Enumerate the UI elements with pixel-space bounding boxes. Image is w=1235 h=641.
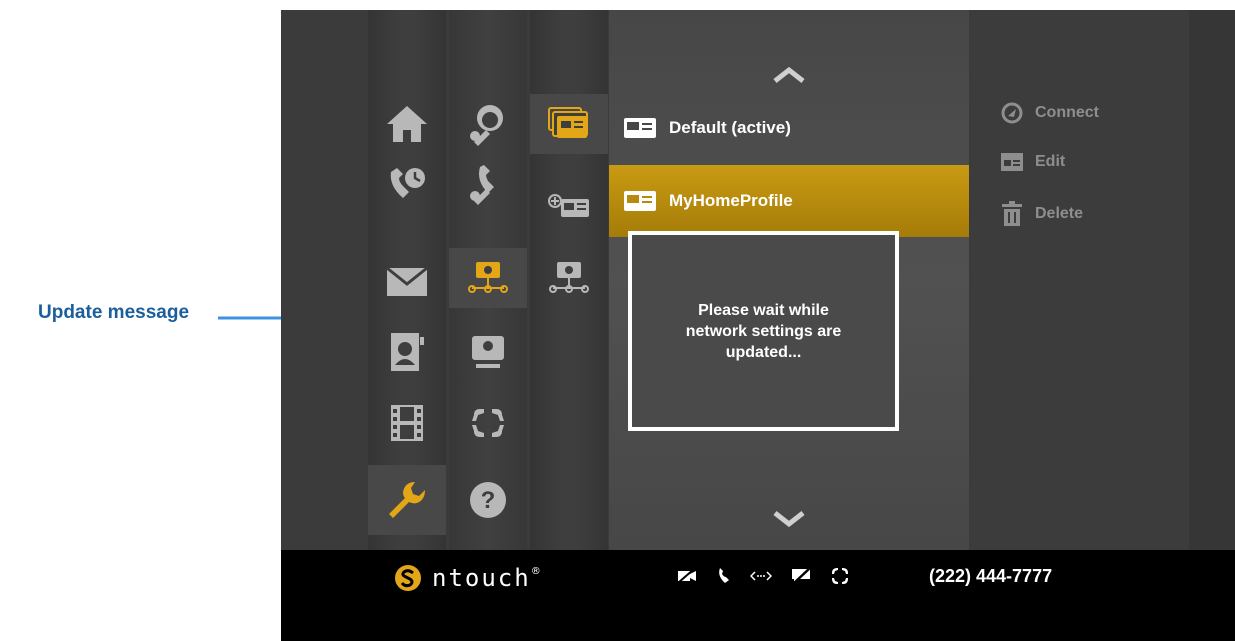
network-icon <box>468 262 508 293</box>
status-bar: ntouch ® (222) 444-7777 <box>281 550 1235 641</box>
video-icon <box>391 405 423 441</box>
menu-phone-settings[interactable] <box>449 154 527 214</box>
svg-text:?: ? <box>481 487 496 514</box>
status-icons <box>676 566 868 586</box>
brand: ntouch ® <box>394 564 541 592</box>
menu-network-config[interactable] <box>530 248 608 308</box>
menu-call-history[interactable] <box>368 154 446 214</box>
connect-label: Connect <box>1035 104 1099 121</box>
message-off-icon <box>792 567 811 585</box>
brand-name: ntouch <box>432 564 531 592</box>
edit-icon <box>1001 153 1023 171</box>
menu-network-profiles[interactable] <box>530 94 608 154</box>
menu-video-center[interactable] <box>368 393 446 453</box>
menu-contacts[interactable] <box>368 322 446 382</box>
menu-add-profile[interactable] <box>530 176 608 236</box>
mail-icon <box>386 266 428 296</box>
network-settings-icon <box>549 262 589 293</box>
profile-item-default[interactable]: Default (active) <box>609 92 969 164</box>
profile-icon <box>624 118 656 138</box>
help-icon: ? <box>470 482 506 518</box>
network-profiles-icon <box>548 107 588 138</box>
connect-icon <box>1001 102 1023 124</box>
menu-relay-settings[interactable] <box>449 393 527 453</box>
profile-icon <box>624 191 656 211</box>
menu-network-settings[interactable] <box>449 248 527 308</box>
relay-status-icon <box>832 568 848 584</box>
scroll-up-icon[interactable] <box>772 66 806 84</box>
profile-item-myhomeprofile[interactable]: MyHomeProfile <box>609 165 969 237</box>
profile-label: Default (active) <box>669 118 791 137</box>
menu-messages[interactable] <box>368 252 446 312</box>
wrench-icon <box>389 482 425 518</box>
trash-icon <box>1002 201 1022 226</box>
home-icon <box>387 106 427 142</box>
video-privacy-icon <box>677 568 696 584</box>
scroll-down-icon[interactable] <box>772 510 806 528</box>
edit-button[interactable]: Edit <box>999 152 1065 172</box>
actions-panel: Connect Edit Delete <box>971 10 1189 550</box>
sorenson-logo-icon <box>395 565 421 591</box>
menu-personal-settings[interactable] <box>449 94 527 154</box>
network-status-icon <box>750 571 772 581</box>
phone-icon <box>719 568 729 583</box>
device-screen: ? Default (active) MyHomeProfile Please … <box>281 10 1235 641</box>
relay-icon <box>472 409 504 437</box>
phone-settings-icon <box>470 165 494 205</box>
call-history-icon <box>390 168 425 198</box>
update-message-text: Please wait while network settings are u… <box>685 301 842 361</box>
menu-help[interactable]: ? <box>449 465 527 535</box>
menu-settings[interactable] <box>368 465 446 535</box>
contacts-icon <box>391 333 424 371</box>
delete-label: Delete <box>1035 205 1084 222</box>
phone-number: (222) 444-7777 <box>929 566 1053 586</box>
display-icon <box>472 336 504 368</box>
connect-button[interactable]: Connect <box>999 102 1099 124</box>
update-message-dialog: Please wait while network settings are u… <box>628 231 899 431</box>
menu-home[interactable] <box>368 94 446 154</box>
edit-label: Edit <box>1035 153 1066 170</box>
brand-mark: ® <box>530 566 541 577</box>
add-profile-icon <box>548 194 589 217</box>
delete-button[interactable]: Delete <box>999 201 1083 227</box>
menu-display-settings[interactable] <box>449 322 527 382</box>
personal-settings-icon <box>470 105 503 146</box>
profile-label: MyHomeProfile <box>669 191 793 210</box>
